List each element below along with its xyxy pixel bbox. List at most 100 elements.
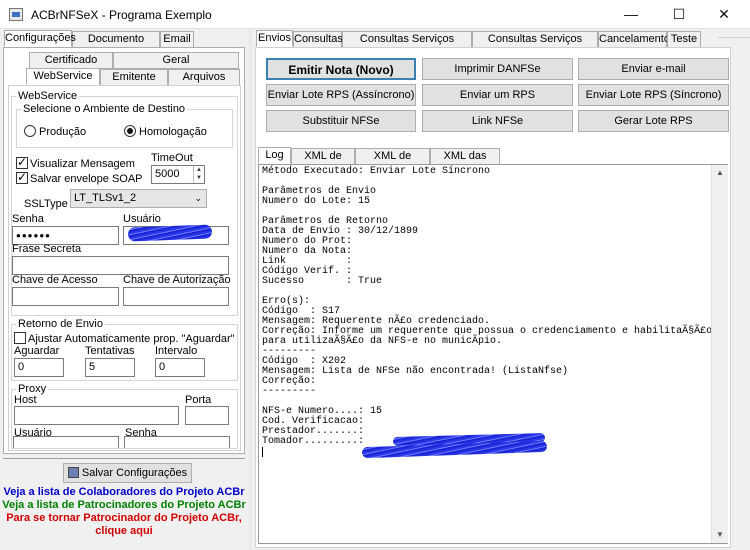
log-line: Mensagem: Lista de NFSe não encontrada! … <box>262 366 569 377</box>
tab-xml-retorno[interactable]: XML de Retorno <box>355 148 430 177</box>
salvar-envelope-checkbox[interactable] <box>16 170 28 184</box>
tentativas-input[interactable]: 5 <box>85 358 135 377</box>
visualizar-mensagem-label: Visualizar Mensagem <box>30 158 135 170</box>
enviar-lote-sincrono-button[interactable]: Enviar Lote RPS (Síncrono) <box>578 84 729 106</box>
tab-arquivos[interactable]: Arquivos <box>168 69 240 86</box>
tab-envios[interactable]: Envios <box>256 30 293 47</box>
tentativas-label: Tentativas <box>85 345 135 357</box>
senha-label: Senha <box>12 213 44 225</box>
visualizar-mensagem-checkbox[interactable] <box>16 155 28 169</box>
log-line: --------- <box>262 386 317 397</box>
tentativas-value: 5 <box>89 361 96 373</box>
scroll-down-icon[interactable]: ▼ <box>712 527 728 543</box>
imprimir-danfse-button[interactable]: Imprimir DANFSe <box>422 58 573 80</box>
tab-webservice[interactable]: WebService <box>26 68 100 85</box>
chave-autorizacao-label: Chave de Autorização <box>123 274 231 286</box>
webservice-panel: WebService Selecione o Ambiente de Desti… <box>8 85 241 451</box>
salvar-configuracoes-label: Salvar Configurações <box>81 467 188 479</box>
tab-row-line <box>718 37 750 45</box>
scroll-up-icon[interactable]: ▲ <box>712 165 728 181</box>
proxy-senha-input[interactable] <box>124 436 230 448</box>
tab-emitente[interactable]: Emitente <box>100 69 168 86</box>
tab-email[interactable]: Email <box>160 31 194 48</box>
app-icon <box>9 8 23 21</box>
usuario-label: Usuário <box>123 213 161 225</box>
webservice-group-title: WebService <box>16 90 80 102</box>
config-tab-panel: Certificado Geral WebService Emitente Ar… <box>3 47 245 454</box>
chave-acesso-label: Chave de Acesso <box>12 274 98 286</box>
emitir-nota-button[interactable]: Emitir Nota (Novo) <box>266 58 416 80</box>
window-title: ACBrNFSeX - Programa Exemplo <box>31 8 212 22</box>
text-cursor <box>262 447 263 457</box>
intervalo-label: Intervalo <box>155 345 198 357</box>
timeout-spin-icon[interactable]: ▲ ▼ <box>193 166 204 183</box>
proxy-usuario-input[interactable] <box>13 436 119 448</box>
tab-xml-notas[interactable]: XML das Notas <box>430 148 500 177</box>
timeout-input[interactable]: 5000 ▲ ▼ <box>151 165 205 184</box>
log-lines: Método Executado: Enviar Lote Síncrono P… <box>262 167 724 447</box>
close-button[interactable]: ✕ <box>714 4 734 24</box>
retorno-envio-title: Retorno de Envio <box>16 318 105 330</box>
patrocinador-link-line1[interactable]: Para se tornar Patrocinador do Projeto A… <box>0 512 248 525</box>
salvar-envelope-label: Salvar envelope SOAP <box>30 173 143 185</box>
homologacao-label: Homologação <box>139 126 207 138</box>
producao-label: Produção <box>39 126 87 138</box>
tab-cancelamento[interactable]: Cancelamento <box>598 31 670 48</box>
chave-acesso-input[interactable] <box>12 287 119 306</box>
enviar-email-button[interactable]: Enviar e-mail <box>578 58 729 80</box>
tab-xml-envio[interactable]: XML de Envio <box>291 148 355 177</box>
aguardar-input[interactable]: 0 <box>14 358 64 377</box>
gerar-lote-rps-button[interactable]: Gerar Lote RPS <box>578 110 729 132</box>
log-line: para utilizaÃ§Ã£o da NFS-e no municÃ­pio… <box>262 336 503 347</box>
substituir-nfse-button[interactable]: Substituir NFSe <box>266 110 416 132</box>
link-nfse-button[interactable]: Link NFSe <box>422 110 573 132</box>
tab-documento-auxiliar[interactable]: Documento Auxiliar <box>72 31 160 60</box>
log-text-area[interactable]: Método Executado: Enviar Lote Síncrono P… <box>258 164 728 544</box>
salvar-configuracoes-button[interactable]: Salvar Configurações <box>63 463 192 483</box>
redacted-scribble <box>127 224 213 242</box>
footer-divider <box>3 458 245 459</box>
chevron-down-icon: ⌄ <box>194 193 202 203</box>
ssltype-select[interactable]: LT_TLSv1_2 ⌄ <box>70 189 207 208</box>
tab-log[interactable]: Log <box>258 147 291 164</box>
tab-consultas-servicos-prestados[interactable]: Consultas Serviços Prestados <box>342 31 472 60</box>
log-scrollbar[interactable]: ▲ ▼ <box>711 165 728 543</box>
tab-teste[interactable]: Teste <box>667 31 701 48</box>
colaboradores-link[interactable]: Veja a lista de Colaboradores do Projeto… <box>0 486 248 499</box>
environment-group-title: Selecione o Ambiente de Destino <box>21 103 188 115</box>
proxy-host-label: Host <box>14 394 37 406</box>
tab-certificado[interactable]: Certificado <box>29 52 113 69</box>
patrocinadores-link[interactable]: Veja a lista de Patrocinadores do Projet… <box>0 499 248 512</box>
log-line: Correção: <box>262 376 317 387</box>
tab-consultas-servicos-tomados[interactable]: Consultas Serviços Tomados <box>472 31 598 60</box>
retorno-envio-group: Retorno de Envio Ajustar Automaticamente… <box>11 318 238 381</box>
tab-consultas[interactable]: Consultas <box>293 31 343 48</box>
minimize-button[interactable]: — <box>621 4 641 24</box>
envios-tab-panel: Emitir Nota (Novo) Imprimir DANFSe Envia… <box>255 47 731 548</box>
proxy-porta-label: Porta <box>185 394 212 406</box>
title-bar: ACBrNFSeX - Programa Exemplo — ☐ ✕ <box>0 0 750 29</box>
config-panel: Configurações Documento Auxiliar Email C… <box>0 29 248 550</box>
patrocinador-link-line2[interactable]: clique aqui <box>0 525 248 538</box>
timeout-value: 5000 <box>155 168 180 180</box>
webservice-group: WebService Selecione o Ambiente de Desti… <box>11 90 238 316</box>
chave-autorizacao-input[interactable] <box>123 287 229 306</box>
enviar-um-rps-button[interactable]: Enviar um RPS <box>422 84 573 106</box>
enviar-lote-assincrono-button[interactable]: Enviar Lote RPS (Assíncrono) <box>266 84 416 106</box>
save-icon <box>67 467 79 478</box>
maximize-button[interactable]: ☐ <box>669 4 689 24</box>
ajustar-aguardar-label: Ajustar Automaticamente prop. "Aguardar" <box>28 333 235 345</box>
environment-group: Selecione o Ambiente de Destino Produção… <box>16 103 233 148</box>
proxy-host-input[interactable] <box>14 406 179 425</box>
log-line: Numero do Lote: 15 <box>262 196 371 207</box>
tab-geral[interactable]: Geral <box>113 52 239 69</box>
frase-secreta-input[interactable] <box>12 256 229 275</box>
intervalo-input[interactable]: 0 <box>155 358 205 377</box>
intervalo-value: 0 <box>159 361 166 373</box>
producao-radio[interactable] <box>24 125 36 137</box>
tab-configuracoes[interactable]: Configurações <box>4 30 76 47</box>
proxy-porta-input[interactable] <box>185 406 229 425</box>
homologacao-radio[interactable] <box>124 125 136 137</box>
ajustar-aguardar-checkbox[interactable] <box>14 332 26 344</box>
